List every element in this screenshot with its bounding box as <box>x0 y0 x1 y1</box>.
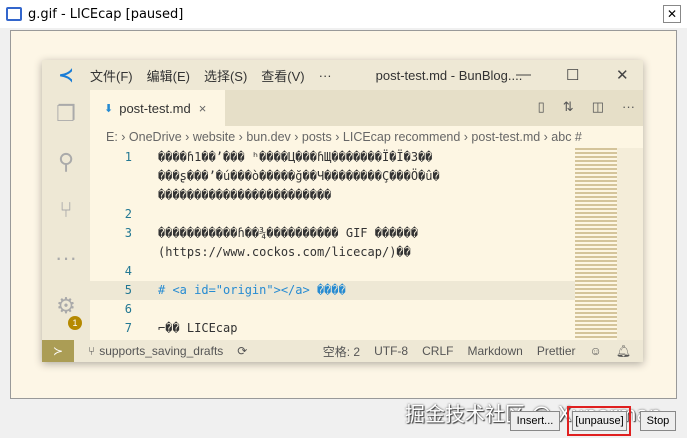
code-line[interactable]: 6 <box>90 300 575 319</box>
menu-view[interactable]: 查看(V) <box>261 66 304 85</box>
tab-label: post-test.md <box>119 100 191 116</box>
code-line[interactable]: ������������������������ <box>90 186 575 205</box>
split-editor-icon[interactable]: ◫ <box>592 99 604 115</box>
code-line[interactable]: ���ʂ���’�ú���ò�����ğ��Ч��������Ç���Ö�û� <box>90 167 575 186</box>
line-text: ������������������������ <box>158 188 332 202</box>
branch-icon: ⑂ <box>88 344 96 358</box>
open-preview-icon[interactable]: ▯ <box>538 99 545 115</box>
stop-button[interactable]: Stop <box>640 411 676 431</box>
minimap[interactable] <box>575 148 617 340</box>
remote-icon[interactable]: ≻ <box>42 340 74 362</box>
settings-badge: 1 <box>68 316 82 330</box>
line-text: (https://www.cockos.com/licecap/)�� <box>158 245 411 259</box>
more-actions-icon[interactable]: ··· <box>622 99 635 115</box>
encoding[interactable]: UTF-8 <box>374 344 408 358</box>
line-number: 5 <box>124 283 132 297</box>
eol[interactable]: CRLF <box>422 344 453 358</box>
minimize-icon[interactable]: — <box>516 66 531 83</box>
menu-more[interactable]: ··· <box>319 68 332 83</box>
code-line[interactable]: 4 <box>90 262 575 281</box>
line-number: 1 <box>124 150 132 164</box>
sync-icon[interactable]: ⟳ <box>237 344 247 358</box>
language-mode[interactable]: Markdown <box>467 344 522 358</box>
app-icon <box>6 7 22 21</box>
code-line[interactable]: (https://www.cockos.com/licecap/)�� <box>90 243 575 262</box>
line-text: # <a id="origin"></a> ���� <box>158 283 346 297</box>
line-text: �����������ɦ��¾���������� GIF ������ <box>158 226 419 240</box>
branch-name[interactable]: supports_saving_drafts <box>99 344 223 358</box>
editor[interactable]: 1 ����ɦ1��’��� ʰ����Ц���ɦЩ�������Ï�Ï�3�� �… <box>90 148 575 340</box>
explorer-icon[interactable]: ❐ <box>42 90 90 138</box>
compare-changes-icon[interactable]: ⇅ <box>563 99 574 115</box>
menu-file[interactable]: 文件(F) <box>90 66 133 85</box>
line-number: 2 <box>124 207 132 221</box>
line-number: 3 <box>124 226 132 240</box>
code-line[interactable]: 3 �����������ɦ��¾���������� GIF ������ <box>90 224 575 243</box>
vscode-titlebar: ≺ 文件(F) 编辑(E) 选择(S) 查看(V) ··· post-test.… <box>42 60 643 90</box>
line-number: 6 <box>124 302 132 316</box>
vscode-window: ≺ 文件(F) 编辑(E) 选择(S) 查看(V) ··· post-test.… <box>42 60 643 362</box>
line-number <box>90 243 132 262</box>
notifications-icon[interactable]: 🔔︎ <box>616 344 631 358</box>
insert-button[interactable]: Insert... <box>510 411 560 431</box>
tab-bar: ⬇ post-test.md × ▯ ⇅ ◫ ··· <box>90 90 643 126</box>
scrollbar[interactable] <box>617 148 643 340</box>
source-control-icon[interactable]: ⑂ <box>42 186 90 234</box>
line-number: 4 <box>124 264 132 278</box>
code-line[interactable]: 5 # <a id="origin"></a> ���� <box>90 281 575 300</box>
line-number: 7 <box>124 321 132 335</box>
indentation[interactable]: 空格: 2 <box>323 343 360 360</box>
code-line[interactable]: 7 ⌐�� LICEcap <box>90 319 575 338</box>
highlight-box <box>567 406 631 436</box>
line-text: ����ɦ1��’��� ʰ����Ц���ɦЩ�������Ï�Ï�3�� <box>158 150 433 164</box>
tab-close-icon[interactable]: × <box>199 101 207 116</box>
breadcrumb[interactable]: E: › OneDrive › website › bun.dev › post… <box>90 126 643 148</box>
close-button[interactable]: ✕ <box>663 5 681 23</box>
window-title: g.gif - LICEcap [paused] <box>28 6 184 22</box>
line-text: ⌐�� LICEcap <box>158 321 238 335</box>
status-bar: ≻ ⑂ supports_saving_drafts ⟳ 空格: 2 UTF-8… <box>42 340 643 362</box>
code-line[interactable]: 1 ����ɦ1��’��� ʰ����Ц���ɦЩ�������Ï�Ï�3�� <box>90 148 575 167</box>
line-text: ���ʂ���’�ú���ò�����ğ��Ч��������Ç���Ö�û� <box>158 169 440 183</box>
activity-bar: ❐ ⚲ ⑂ ··· ⚙ 1 <box>42 90 90 340</box>
menu-selection[interactable]: 选择(S) <box>204 66 247 85</box>
more-icon[interactable]: ··· <box>42 234 90 282</box>
line-number <box>90 167 132 186</box>
line-number <box>90 186 132 205</box>
markdown-icon: ⬇ <box>104 102 114 115</box>
vscode-logo-icon: ≺ <box>58 64 74 85</box>
menu-edit[interactable]: 编辑(E) <box>147 66 190 85</box>
close-icon[interactable]: ✕ <box>616 66 629 84</box>
window-titlebar: g.gif - LICEcap [paused] ✕ <box>0 0 687 28</box>
settings-gear-icon[interactable]: ⚙ <box>42 282 90 330</box>
maximize-icon[interactable]: ☐ <box>566 66 579 84</box>
feedback-icon[interactable]: ☺ <box>590 344 602 358</box>
vscode-title: post-test.md - BunBlog.... <box>375 67 523 83</box>
code-line[interactable]: 2 <box>90 205 575 224</box>
tab-post-test[interactable]: ⬇ post-test.md × <box>90 90 225 126</box>
search-icon[interactable]: ⚲ <box>42 138 90 186</box>
prettier[interactable]: Prettier <box>537 344 576 358</box>
